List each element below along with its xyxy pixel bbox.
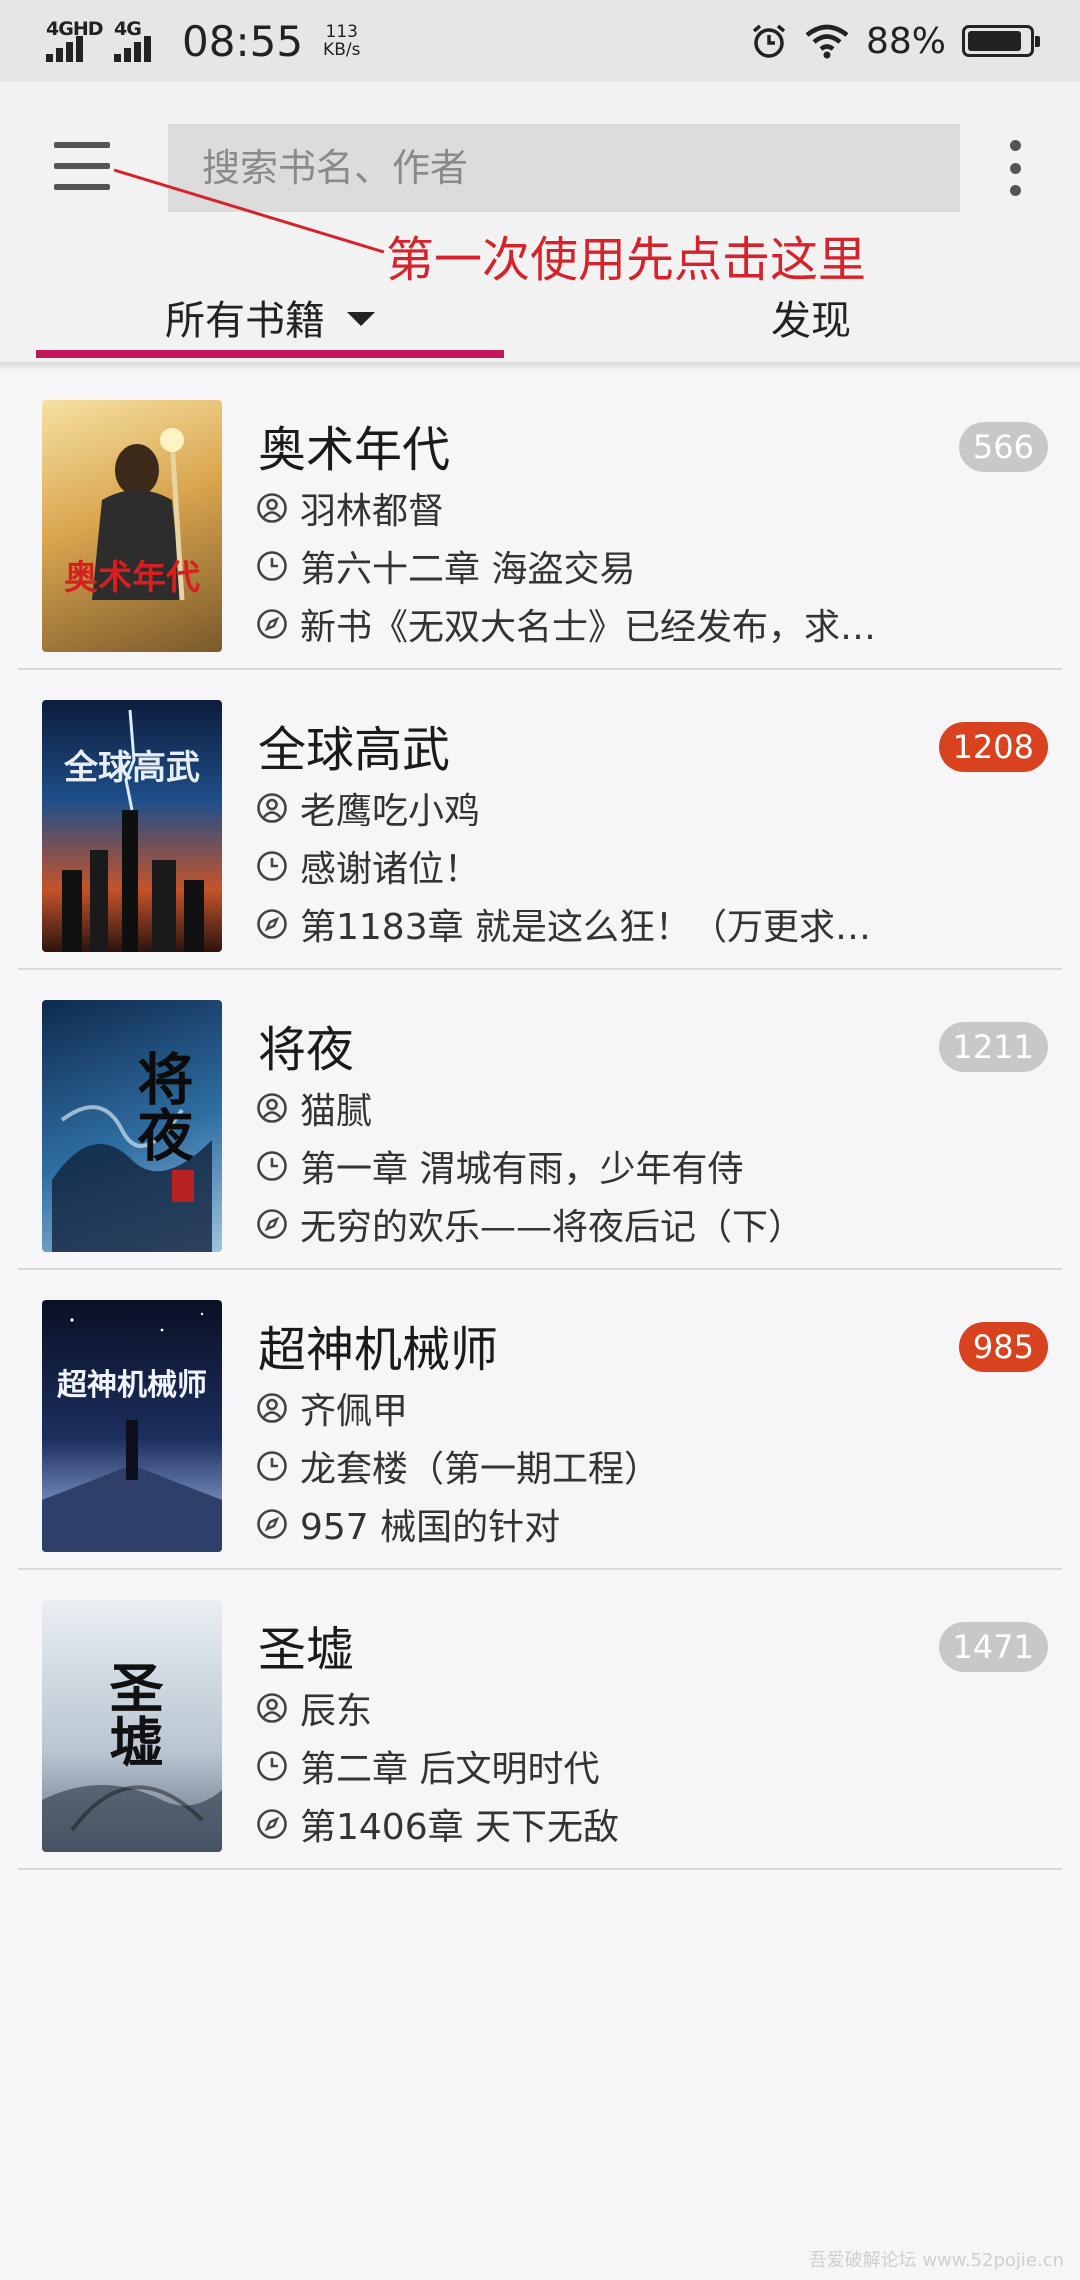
book-latest-chapter: 第1406章 天下无敌	[256, 1798, 619, 1850]
last-read-text: 第一章 渭城有雨，少年有侍	[300, 1149, 744, 1190]
book-cover: 奥术年代	[42, 400, 222, 652]
book-author: 猫腻	[256, 1082, 372, 1134]
book-item[interactable]: 超神机械师 超神机械师 齐佩甲 龙套楼（第一期工程） 957 械国的针对 985	[18, 1270, 1062, 1570]
wifi-icon	[805, 24, 849, 59]
book-list: 奥术年代 奥术年代 羽林都督 第六十二章 海盗交易 新书《无双大名士》已经发布，…	[0, 370, 1080, 1870]
book-author: 辰东	[256, 1682, 372, 1734]
person-circle-icon	[257, 493, 287, 523]
person-circle-icon	[257, 1393, 287, 1423]
book-latest-chapter: 新书《无双大名士》已经发布，求…	[256, 598, 876, 650]
book-cover: 超神机械师	[42, 1300, 222, 1552]
book-latest-chapter: 第1183章 就是这么狂！（万更求…	[256, 898, 871, 950]
signal-1-icon: 4GHD	[46, 18, 104, 64]
book-last-read: 第六十二章 海盗交易	[256, 540, 635, 592]
unread-count-badge: 1211	[938, 1022, 1048, 1072]
last-read-text: 感谢诸位！	[300, 849, 481, 890]
person-circle-icon	[257, 793, 287, 823]
tab-discover-label: 发现	[771, 298, 851, 344]
battery-icon	[962, 25, 1040, 57]
book-last-read: 感谢诸位！	[256, 840, 480, 892]
book-title: 圣墟	[258, 1622, 355, 1678]
bookshelf-screen: 4GHD 4G 08:55 113 KB/s 88% 搜索书名、作者 第一次使用…	[0, 0, 1080, 2280]
cover-art-platform	[42, 1312, 222, 1552]
cover-title-text: 全球高武	[64, 748, 200, 788]
tab-all-books[interactable]: 所有书籍	[36, 272, 504, 362]
book-last-read: 第一章 渭城有雨，少年有侍	[256, 1140, 743, 1192]
last-read-text: 龙套楼（第一期工程）	[300, 1449, 661, 1490]
watermark: 吾爱破解论坛 www.52pojie.cn	[808, 2250, 1064, 2271]
clock-icon	[257, 1451, 287, 1481]
battery-percent: 88%	[865, 20, 946, 62]
book-author: 老鹰吃小鸡	[256, 782, 480, 834]
book-title: 将夜	[258, 1022, 355, 1078]
cover-art-figure	[92, 428, 185, 601]
cover-title-text: 圣墟	[100, 1660, 164, 1768]
clock-icon	[257, 1751, 287, 1781]
book-latest-chapter: 无穷的欢乐——将夜后记（下）	[256, 1198, 804, 1250]
author-text: 羽林都督	[300, 491, 445, 532]
clock-icon	[257, 551, 287, 581]
author-text: 辰东	[300, 1691, 373, 1732]
cover-art-city	[62, 709, 204, 952]
unread-count-badge: 566	[958, 422, 1048, 472]
network-speed: 113 KB/s	[323, 23, 360, 59]
speed-value: 113	[325, 22, 358, 42]
clock-icon	[257, 851, 287, 881]
signal-2-icon: 4G	[114, 18, 160, 64]
cover-title-text: 奥术年代	[64, 558, 200, 598]
book-last-read: 第二章 后文明时代	[256, 1740, 599, 1792]
compass-icon	[257, 1509, 287, 1539]
tab-bar: 所有书籍 发现	[0, 272, 1080, 362]
status-bar: 4GHD 4G 08:55 113 KB/s 88%	[0, 0, 1080, 82]
app-toolbar: 第一次使用先点击这里 所有书籍 发现	[0, 82, 1080, 362]
book-item[interactable]: 圣墟 圣墟 辰东 第二章 后文明时代 第1406章 天下无敌 1471	[18, 1570, 1062, 1870]
book-item[interactable]: 全球高武 全球高武 老鹰吃小鸡 感谢诸位！ 第1183章 就是这么狂！（万更求……	[18, 670, 1062, 970]
unread-count-badge: 1471	[938, 1622, 1048, 1672]
latest-chapter-text: 新书《无双大名士》已经发布，求…	[300, 607, 877, 648]
status-right: 88%	[750, 20, 1040, 62]
book-latest-chapter: 957 械国的针对	[256, 1498, 560, 1550]
toolbar-shadow	[0, 362, 1080, 370]
compass-icon	[257, 609, 287, 639]
book-cover: 将夜	[42, 1000, 222, 1252]
book-cover: 圣墟	[42, 1600, 222, 1852]
book-last-read: 龙套楼（第一期工程）	[256, 1440, 660, 1492]
unread-count-badge: 985	[958, 1322, 1048, 1372]
book-cover: 全球高武	[42, 700, 222, 952]
cover-title-text: 将夜	[128, 1050, 194, 1162]
latest-chapter-text: 第1183章 就是这么狂！（万更求…	[300, 907, 872, 948]
speed-unit: KB/s	[323, 40, 361, 60]
last-read-text: 第六十二章 海盗交易	[300, 549, 636, 590]
tab-discover[interactable]: 发现	[578, 272, 1044, 362]
author-text: 老鹰吃小鸡	[300, 791, 481, 832]
dropdown-caret-icon	[347, 312, 375, 326]
clock-time: 08:55	[182, 16, 304, 66]
cover-title-text: 超神机械师	[57, 1368, 207, 1403]
alarm-icon	[752, 24, 786, 58]
person-circle-icon	[257, 1693, 287, 1723]
person-circle-icon	[257, 1093, 287, 1123]
latest-chapter-text: 无穷的欢乐——将夜后记（下）	[300, 1207, 805, 1248]
book-author: 羽林都督	[256, 482, 444, 534]
book-item[interactable]: 奥术年代 奥术年代 羽林都督 第六十二章 海盗交易 新书《无双大名士》已经发布，…	[18, 370, 1062, 670]
status-left: 4GHD 4G 08:55 113 KB/s	[46, 17, 360, 66]
book-title: 超神机械师	[258, 1322, 499, 1378]
latest-chapter-text: 第1406章 天下无敌	[300, 1807, 620, 1848]
compass-icon	[257, 909, 287, 939]
last-read-text: 第二章 后文明时代	[300, 1749, 600, 1790]
battery-fill	[968, 31, 1021, 51]
author-text: 齐佩甲	[300, 1391, 409, 1432]
book-title: 全球高武	[258, 722, 451, 778]
author-text: 猫腻	[300, 1091, 373, 1132]
book-author: 齐佩甲	[256, 1382, 408, 1434]
unread-count-badge: 1208	[938, 722, 1048, 772]
latest-chapter-text: 957 械国的针对	[300, 1507, 561, 1548]
clock-icon	[257, 1151, 287, 1181]
book-title: 奥术年代	[258, 422, 451, 478]
compass-icon	[257, 1209, 287, 1239]
tab-all-books-label: 所有书籍	[165, 298, 325, 344]
compass-icon	[257, 1809, 287, 1839]
tab-selected-indicator	[36, 350, 504, 358]
book-item[interactable]: 将夜 将夜 猫腻 第一章 渭城有雨，少年有侍 无穷的欢乐——将夜后记（下） 12…	[18, 970, 1062, 1270]
